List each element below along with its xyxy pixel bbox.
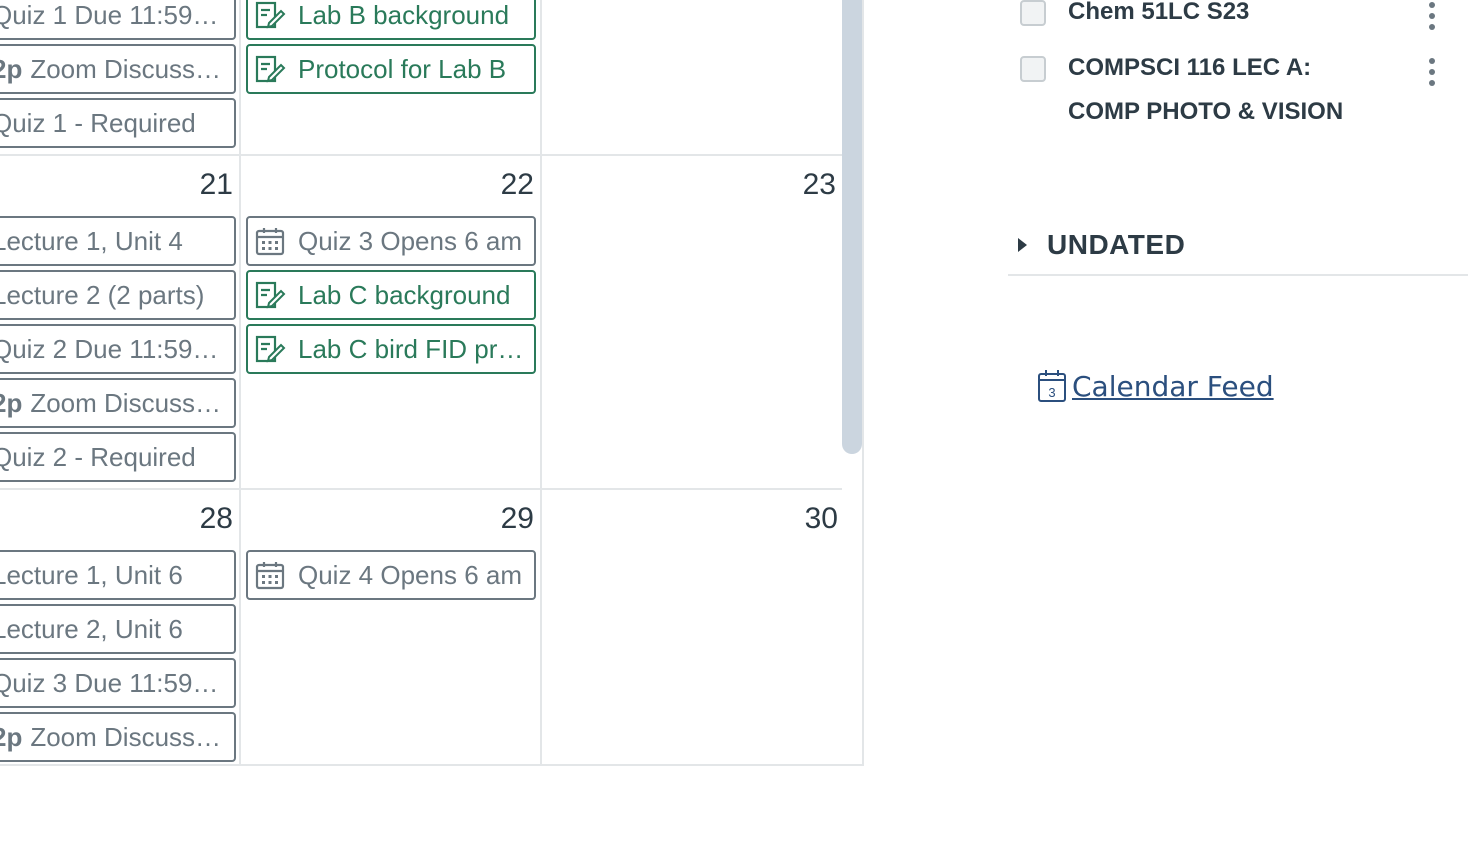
calendar-feed-label: Calendar Feed <box>1072 369 1274 403</box>
feed-icon-number: 3 <box>1048 385 1055 400</box>
calendar-event[interactable]: 2p Zoom Discussion <box>0 44 236 94</box>
calendar-event[interactable]: Protocol for Lab B <box>246 44 536 94</box>
event-title: Quiz 3 Due 11:59pm <box>0 667 229 698</box>
assignment-icon <box>255 55 286 83</box>
calendar-event[interactable]: Quiz 3 Due 11:59pm <box>0 658 236 708</box>
calendar-feed-link[interactable]: 3 Calendar Feed <box>1036 368 1274 404</box>
event-title: Quiz 1 Due 11:59pm <box>0 0 229 30</box>
event-title: Lecture 1, Unit 4 <box>0 225 183 256</box>
calendar-checkbox[interactable] <box>1020 56 1046 82</box>
event-title: Quiz 4 Opens 6 am <box>298 559 522 590</box>
calendar-event[interactable]: Quiz 1 - Required <box>0 98 236 148</box>
caret-right-icon <box>1018 238 1027 252</box>
calendar-event[interactable]: 2p Zoom Discussion <box>0 378 236 428</box>
calendar-event[interactable]: Lecture 2 (2 parts) <box>0 270 236 320</box>
day-cell[interactable]: 28 Lecture 1, Unit 6 Lecture 2, Unit 6 Q… <box>0 490 239 764</box>
calendar-event[interactable]: 2p Zoom Discussion <box>0 712 236 762</box>
event-title: Quiz 2 - Required <box>0 441 196 472</box>
calendar-event[interactable]: Lab B background <box>246 0 536 40</box>
assignment-icon <box>255 1 286 29</box>
calendar-event[interactable]: Quiz 3 Opens 6 am <box>246 216 536 266</box>
event-time: 2p <box>0 387 23 418</box>
day-number[interactable]: 23 <box>803 168 836 202</box>
calendar-event[interactable]: Quiz 2 Due 11:59pm <box>0 324 236 374</box>
day-number[interactable]: 22 <box>501 168 534 202</box>
calendar-event[interactable]: Lab C background <box>246 270 536 320</box>
calendar-scrollbar-thumb[interactable] <box>842 0 862 454</box>
day-cell[interactable]: 30 <box>542 490 862 764</box>
calendar-icon <box>255 562 285 590</box>
calendar-event[interactable]: Lecture 1, Unit 4 <box>0 216 236 266</box>
calendar-feed-icon: 3 <box>1038 370 1066 402</box>
calendar-checkbox[interactable] <box>1020 0 1046 26</box>
event-time: 2p <box>0 53 23 84</box>
day-cell[interactable]: Quiz 1 Due 11:59pm 2p Zoom Discussion Qu… <box>0 0 239 154</box>
event-title: Lecture 2, Unit 6 <box>0 613 183 644</box>
undated-label: UNDATED <box>1047 229 1186 260</box>
day-cell[interactable]: 29 Quiz 4 Opens 6 am <box>241 490 540 764</box>
day-cell[interactable]: 22 Quiz 3 Opens 6 am Lab C background La… <box>241 156 540 488</box>
day-cell[interactable]: 21 Lecture 1, Unit 4 Lecture 2 (2 parts)… <box>0 156 239 488</box>
day-number[interactable]: 28 <box>200 502 233 536</box>
calendar-event[interactable]: Lab C bird FID protocol <box>246 324 536 374</box>
day-number[interactable]: 30 <box>805 502 838 536</box>
assignment-icon <box>255 281 286 309</box>
day-number[interactable]: 21 <box>200 168 233 202</box>
assignment-icon <box>255 335 286 363</box>
column-divider <box>862 0 864 766</box>
calendar-icon <box>255 228 285 256</box>
event-title: Zoom Discussion <box>30 53 230 84</box>
day-cell[interactable]: 23 <box>542 156 842 488</box>
event-title: Quiz 3 Opens 6 am <box>298 225 522 256</box>
event-title: Zoom Discussion <box>30 721 230 752</box>
event-title: Quiz 2 Due 11:59pm <box>0 333 229 364</box>
kebab-menu-icon[interactable] <box>1427 58 1437 92</box>
calendar-event[interactable]: Quiz 4 Opens 6 am <box>246 550 536 600</box>
event-title: Lab C bird FID protocol <box>298 333 534 364</box>
event-title: Zoom Discussion <box>30 387 230 418</box>
day-number[interactable]: 29 <box>501 502 534 536</box>
event-title: Protocol for Lab B <box>298 53 507 84</box>
calendar-event[interactable]: Quiz 2 - Required <box>0 432 236 482</box>
calendar-event[interactable]: Lecture 2, Unit 6 <box>0 604 236 654</box>
row-divider <box>0 764 864 766</box>
calendar-name[interactable]: Chem 51LC S23 <box>1068 0 1249 34</box>
event-title: Lecture 2 (2 parts) <box>0 279 205 310</box>
undated-toggle[interactable]: UNDATED <box>1008 216 1468 276</box>
event-title: Quiz 1 - Required <box>0 107 196 138</box>
calendar-event[interactable]: Lecture 1, Unit 6 <box>0 550 236 600</box>
calendar-month-grid: Quiz 1 Due 11:59pm 2p Zoom Discussion Qu… <box>0 0 864 766</box>
event-time: 2p <box>0 721 23 752</box>
event-title: Lab C background <box>298 279 511 310</box>
event-title: Lecture 1, Unit 6 <box>0 559 183 590</box>
day-cell[interactable]: Lab B background Protocol for Lab B <box>241 0 540 154</box>
kebab-menu-icon[interactable] <box>1427 2 1437 36</box>
calendar-name[interactable]: COMP PHOTO & VISION <box>1068 90 1343 134</box>
calendar-name[interactable]: COMPSCI 116 LEC A: <box>1068 46 1311 90</box>
calendar-event[interactable]: Quiz 1 Due 11:59pm <box>0 0 236 40</box>
event-title: Lab B background <box>298 0 510 30</box>
